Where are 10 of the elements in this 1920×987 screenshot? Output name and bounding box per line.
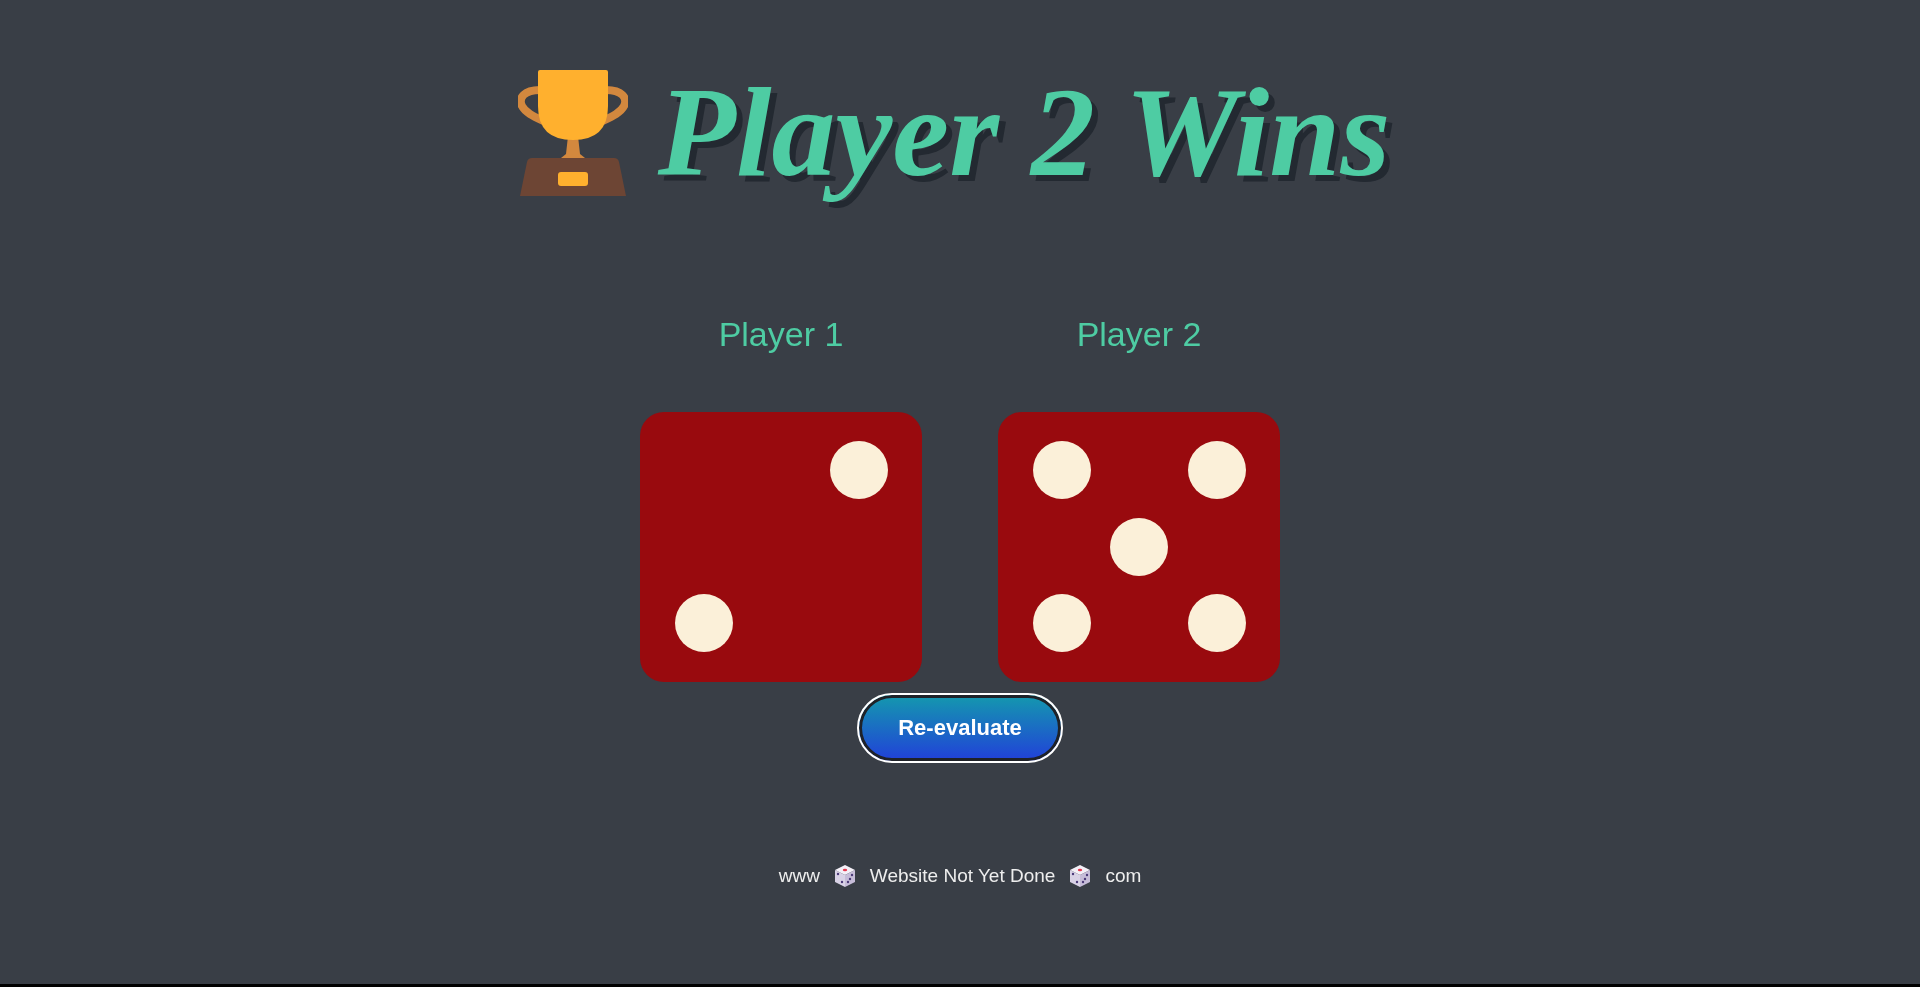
footer-text: www bbox=[778, 865, 820, 887]
dice-icon bbox=[833, 864, 856, 888]
re-evaluate-button[interactable]: Re-evaluate bbox=[857, 693, 1063, 763]
footer-text: com bbox=[1105, 865, 1142, 887]
player-label: Player 2 bbox=[1076, 314, 1202, 355]
player-label: Player 1 bbox=[718, 314, 844, 355]
winner-title: Player 2 Wins bbox=[657, 60, 1392, 206]
trophy-icon bbox=[517, 68, 628, 198]
footer-text: Website Not Yet Done bbox=[869, 865, 1056, 887]
dice-icon bbox=[1069, 864, 1092, 888]
